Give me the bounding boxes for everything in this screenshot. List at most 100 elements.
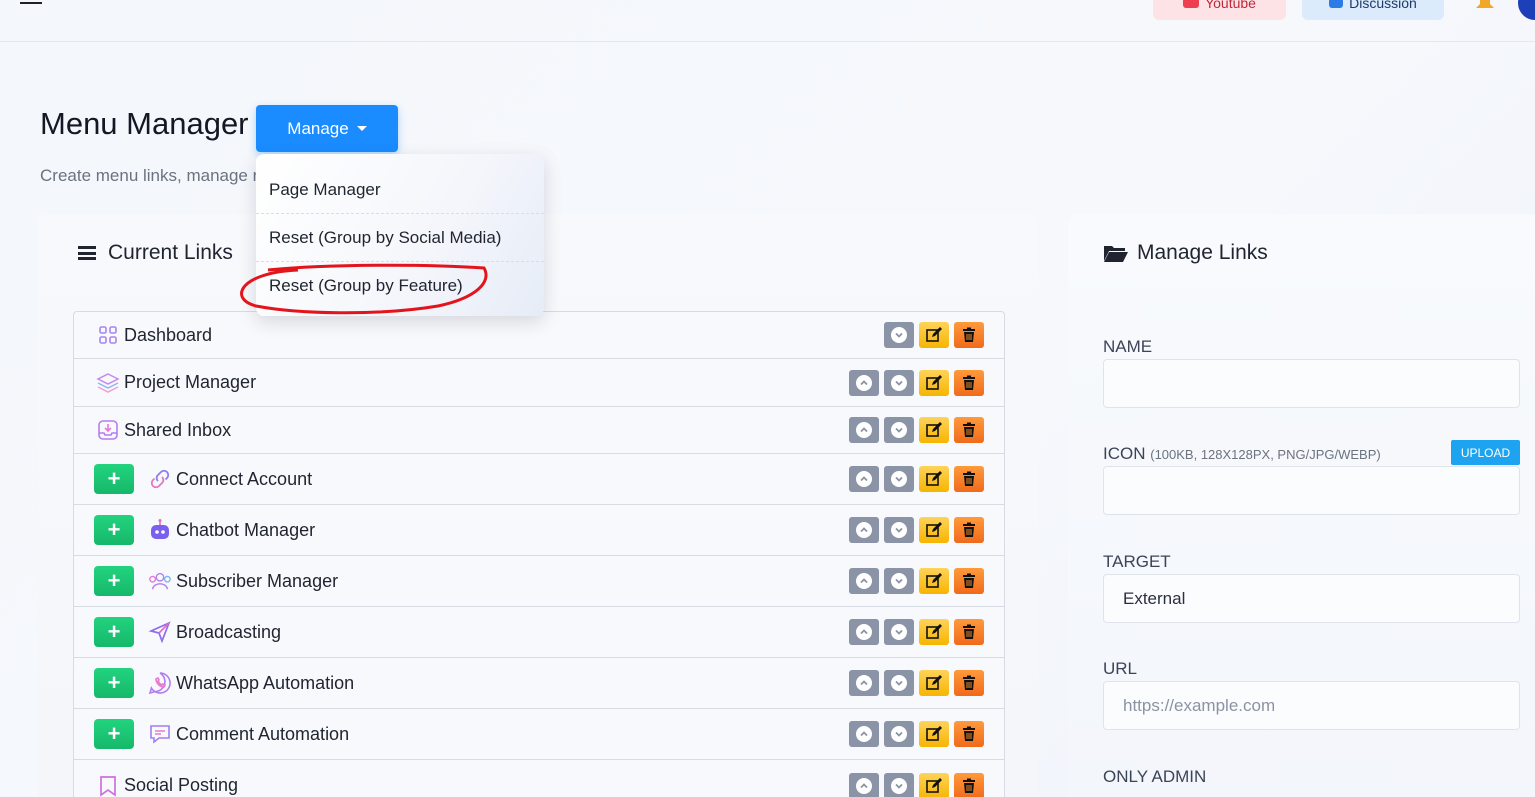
discussion-button[interactable]: Discussion: [1302, 0, 1444, 20]
move-up-button[interactable]: [849, 772, 879, 797]
chevron-up-icon: [856, 522, 872, 538]
edit-button[interactable]: [919, 670, 949, 696]
add-child-button[interactable]: +: [94, 668, 134, 698]
delete-button[interactable]: [954, 619, 984, 645]
move-up-button[interactable]: [849, 670, 879, 696]
edit-icon: [926, 327, 942, 342]
delete-button[interactable]: [954, 369, 984, 396]
users-icon: [148, 569, 172, 593]
trash-icon: [963, 726, 975, 741]
move-down-button[interactable]: [884, 417, 914, 443]
trash-icon: [963, 675, 975, 690]
edit-button[interactable]: [919, 466, 949, 492]
link-row-dashboard[interactable]: Dashboard: [74, 312, 1004, 359]
add-child-button[interactable]: +: [94, 719, 134, 749]
menu-toggle-icon[interactable]: [20, 2, 42, 6]
link-label: Subscriber Manager: [176, 570, 339, 591]
page-subtitle: Create menu links, manage r: [40, 166, 256, 185]
edit-button[interactable]: [919, 772, 949, 797]
chevron-down-icon: [891, 624, 907, 640]
move-down-button[interactable]: [884, 466, 914, 492]
chevron-up-icon: [856, 422, 872, 438]
upload-button[interactable]: UPLOAD: [1451, 440, 1520, 465]
move-up-button[interactable]: [849, 369, 879, 396]
delete-button[interactable]: [954, 670, 984, 696]
icon-field[interactable]: [1103, 466, 1520, 515]
delete-button[interactable]: [954, 322, 984, 348]
link-row-comment-automation[interactable]: + Comment Automation: [74, 709, 1004, 760]
edit-button[interactable]: [919, 417, 949, 443]
chevron-up-icon: [856, 675, 872, 691]
link-row-connect-account[interactable]: + Connect Account: [74, 454, 1004, 505]
link-row-whatsapp-automation[interactable]: + WhatsApp Automation: [74, 658, 1004, 709]
list-icon: [78, 246, 96, 260]
bell-icon[interactable]: [1470, 0, 1500, 12]
menu-item-page-manager[interactable]: Page Manager: [256, 166, 544, 214]
trash-icon: [963, 778, 975, 793]
menu-item-reset-feature[interactable]: Reset (Group by Feature): [256, 262, 544, 310]
chevron-down-icon: [891, 573, 907, 589]
menu-item-reset-social-media[interactable]: Reset (Group by Social Media): [256, 214, 544, 262]
delete-button[interactable]: [954, 517, 984, 543]
add-child-button[interactable]: +: [94, 464, 134, 494]
move-down-button[interactable]: [884, 670, 914, 696]
link-row-broadcasting[interactable]: + Broadcasting: [74, 607, 1004, 658]
row-actions: [849, 670, 984, 696]
url-field[interactable]: https://example.com: [1103, 681, 1520, 730]
move-up-button[interactable]: [849, 417, 879, 443]
move-up-button[interactable]: [849, 568, 879, 594]
edit-button[interactable]: [919, 322, 949, 348]
link-row-project-manager[interactable]: Project Manager: [74, 359, 1004, 407]
edit-icon: [926, 573, 942, 588]
link-row-chatbot-manager[interactable]: + Chatbot Manager: [74, 505, 1004, 556]
row-actions: [849, 466, 984, 492]
move-up-button[interactable]: [849, 721, 879, 747]
chevron-down-icon: [891, 777, 907, 794]
name-field[interactable]: [1103, 359, 1520, 408]
edit-button[interactable]: [919, 619, 949, 645]
avatar[interactable]: [1518, 0, 1535, 20]
layers-icon: [96, 371, 120, 395]
move-up-button[interactable]: [849, 517, 879, 543]
move-down-button[interactable]: [884, 721, 914, 747]
icon-label: ICON (100KB, 128X128PX, PNG/JPG/WEBP): [1103, 444, 1381, 464]
chevron-down-icon: [891, 675, 907, 691]
link-row-subscriber-manager[interactable]: + Subscriber Manager: [74, 556, 1004, 607]
trash-icon: [963, 375, 975, 390]
delete-button[interactable]: [954, 466, 984, 492]
youtube-button[interactable]: Youtube: [1153, 0, 1286, 20]
move-up-button[interactable]: [849, 466, 879, 492]
link-label: Project Manager: [124, 372, 257, 392]
target-select[interactable]: External: [1103, 574, 1520, 623]
move-down-button[interactable]: [884, 369, 914, 396]
move-down-button[interactable]: [884, 772, 914, 797]
move-down-button[interactable]: [884, 517, 914, 543]
manage-dropdown-button[interactable]: Manage: [256, 105, 398, 152]
move-down-button[interactable]: [884, 568, 914, 594]
trash-icon: [963, 471, 975, 486]
delete-button[interactable]: [954, 568, 984, 594]
move-down-button[interactable]: [884, 619, 914, 645]
link-label: WhatsApp Automation: [176, 672, 355, 693]
chevron-down-icon: [891, 726, 907, 742]
youtube-label: Youtube: [1205, 0, 1256, 11]
add-child-button[interactable]: +: [94, 566, 134, 596]
edit-icon: [926, 471, 942, 486]
row-actions: [849, 619, 984, 645]
edit-icon: [926, 522, 942, 537]
move-down-button[interactable]: [884, 322, 914, 348]
edit-button[interactable]: [919, 517, 949, 543]
edit-icon: [926, 777, 942, 793]
delete-button[interactable]: [954, 721, 984, 747]
link-row-social-posting[interactable]: Social Posting: [74, 760, 1004, 797]
move-up-button[interactable]: [849, 619, 879, 645]
edit-button[interactable]: [919, 369, 949, 396]
add-child-button[interactable]: +: [94, 617, 134, 647]
link-row-shared-inbox[interactable]: Shared Inbox: [74, 407, 1004, 454]
edit-button[interactable]: [919, 721, 949, 747]
delete-button[interactable]: [954, 772, 984, 797]
delete-button[interactable]: [954, 417, 984, 443]
edit-button[interactable]: [919, 568, 949, 594]
add-child-button[interactable]: +: [94, 515, 134, 545]
page-title: Menu Manager: [40, 106, 249, 141]
